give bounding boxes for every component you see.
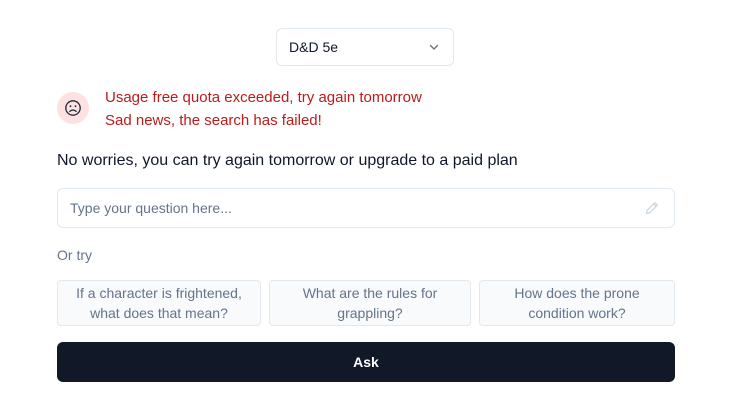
game-system-select[interactable]: D&D 5e (276, 28, 454, 66)
pencil-icon[interactable] (644, 200, 660, 216)
chevron-down-icon (428, 41, 440, 53)
error-text-group: Usage free quota exceeded, try again tom… (105, 86, 422, 132)
question-field[interactable] (57, 188, 675, 228)
frown-face-icon (57, 92, 89, 124)
or-try-label: Or try (57, 247, 92, 263)
suggestion-button-prone[interactable]: How does the prone condition work? (479, 280, 675, 326)
error-quota-text: Usage free quota exceeded, try again tom… (105, 89, 422, 106)
page: D&D 5e Usage free quota exceeded, try ag… (0, 0, 730, 407)
info-text: No worries, you can try again tomorrow o… (57, 152, 518, 169)
ask-button[interactable]: Ask (57, 342, 675, 382)
suggestion-button-frightened[interactable]: If a character is frightened, what does … (57, 280, 261, 326)
error-message: Usage free quota exceeded, try again tom… (57, 86, 422, 132)
question-input[interactable] (70, 200, 644, 216)
suggestion-button-grappling[interactable]: What are the rules for grappling? (269, 280, 471, 326)
game-system-select-value: D&D 5e (289, 39, 339, 55)
error-search-failed-text: Sad news, the search has failed! (105, 112, 322, 129)
